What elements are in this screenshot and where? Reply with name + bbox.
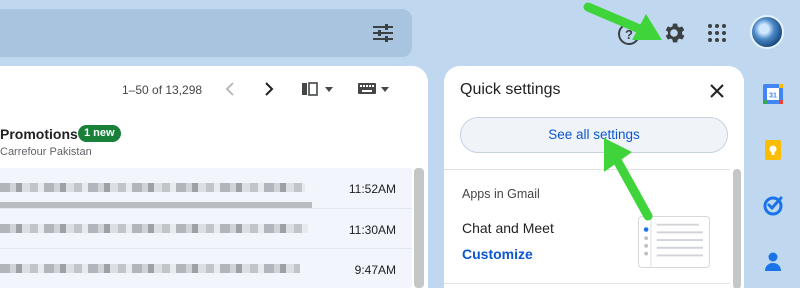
customize-link[interactable]: Customize bbox=[462, 246, 533, 262]
chevron-right-icon[interactable] bbox=[261, 80, 277, 98]
blurred-subject bbox=[0, 183, 305, 192]
split-pane-icon[interactable] bbox=[301, 82, 335, 96]
layout-preview-thumbnail[interactable] bbox=[638, 216, 710, 268]
quick-settings-scrollbar[interactable] bbox=[733, 169, 741, 288]
annotation-arrow-icon bbox=[604, 138, 653, 221]
divider bbox=[444, 283, 730, 284]
chat-meet-label: Chat and Meet bbox=[462, 220, 554, 236]
apps-grid-icon[interactable] bbox=[706, 22, 728, 44]
category-sender: Carrefour Pakistan bbox=[0, 146, 92, 158]
svg-text:31: 31 bbox=[769, 93, 777, 100]
email-row[interactable]: 11:52AM bbox=[0, 168, 412, 209]
category-title[interactable]: Promotions bbox=[0, 126, 78, 142]
email-row[interactable]: 9:47AM bbox=[0, 248, 412, 288]
email-time: 11:52AM bbox=[348, 182, 396, 196]
new-count-badge: 1 new bbox=[78, 125, 121, 142]
blurred-subject bbox=[0, 264, 300, 273]
mail-scrollbar[interactable] bbox=[414, 168, 424, 288]
tune-icon[interactable] bbox=[372, 23, 394, 43]
see-all-settings-button[interactable]: See all settings bbox=[460, 117, 728, 153]
chevron-left-icon[interactable] bbox=[223, 80, 239, 98]
email-time: 11:30AM bbox=[348, 223, 396, 237]
section-heading: Apps in Gmail bbox=[462, 187, 540, 201]
keep-icon[interactable] bbox=[762, 139, 784, 161]
search-bar[interactable] bbox=[0, 9, 412, 57]
blurred-subject bbox=[0, 224, 308, 233]
pagination-text: 1–50 of 13,298 bbox=[122, 83, 203, 97]
tasks-icon[interactable] bbox=[762, 194, 784, 216]
quick-settings-title: Quick settings bbox=[460, 81, 561, 98]
annotation-arrow-icon bbox=[583, 2, 662, 40]
close-icon[interactable] bbox=[709, 83, 725, 99]
divider bbox=[444, 169, 730, 170]
calendar-icon[interactable]: 31 bbox=[762, 83, 784, 105]
email-time: 9:47AM bbox=[354, 263, 396, 277]
avatar[interactable] bbox=[750, 15, 784, 49]
email-row[interactable]: 11:30AM bbox=[0, 208, 412, 248]
keyboard-icon[interactable] bbox=[357, 82, 391, 96]
contacts-icon[interactable] bbox=[762, 250, 784, 272]
